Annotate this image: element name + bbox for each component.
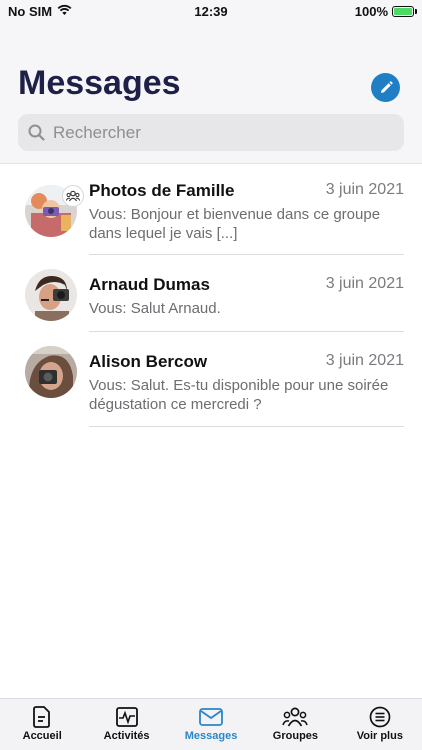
search-bar[interactable] bbox=[18, 114, 404, 151]
conversation-item[interactable]: Arnaud Dumas 3 juin 2021 Vous: Salut Arn… bbox=[0, 255, 422, 332]
tab-label: Accueil bbox=[22, 730, 62, 742]
tab-accueil[interactable]: Accueil bbox=[0, 699, 84, 750]
tab-messages[interactable]: Messages bbox=[169, 699, 253, 750]
tab-bar: Accueil Activités Messages Groupes Voir … bbox=[0, 698, 422, 750]
tab-label: Activités bbox=[103, 730, 150, 742]
document-icon bbox=[33, 706, 51, 728]
conversation-item[interactable]: Photos de Famille 3 juin 2021 Vous: Bonj… bbox=[0, 172, 422, 255]
conversation-name: Arnaud Dumas bbox=[89, 275, 210, 294]
mail-icon bbox=[199, 708, 223, 726]
battery-percent: 100% bbox=[354, 4, 388, 19]
conversation-preview: Vous: Salut. Es-tu disponible pour une s… bbox=[89, 377, 389, 413]
page-title: Messages bbox=[18, 64, 181, 102]
conversation-preview: Vous: Bonjour et bienvenue dans ce group… bbox=[89, 206, 381, 242]
separator bbox=[89, 426, 404, 427]
header: Messages bbox=[0, 24, 422, 164]
group-badge bbox=[62, 185, 84, 207]
people-icon bbox=[66, 190, 80, 202]
conversation-name: Photos de Famille bbox=[89, 181, 235, 200]
conversation-preview: Vous: Salut Arnaud. bbox=[89, 300, 221, 317]
pencil-icon bbox=[380, 80, 393, 93]
search-input[interactable] bbox=[53, 122, 383, 143]
status-bar: No SIM 12:39 100% bbox=[0, 0, 422, 24]
avatar bbox=[25, 346, 77, 398]
battery-icon bbox=[392, 6, 417, 17]
battery-fill bbox=[394, 8, 412, 15]
compose-button[interactable] bbox=[371, 73, 400, 102]
search-icon bbox=[28, 124, 45, 141]
conversation-date: 3 juin 2021 bbox=[325, 181, 404, 198]
people-icon bbox=[282, 707, 309, 727]
conversation-list: Photos de Famille 3 juin 2021 Vous: Bonj… bbox=[0, 172, 422, 428]
avatar bbox=[25, 269, 77, 321]
status-right: 100% bbox=[354, 4, 417, 19]
tab-voir-plus[interactable]: Voir plus bbox=[338, 699, 422, 750]
conversation-date: 3 juin 2021 bbox=[325, 275, 404, 292]
tab-groupes[interactable]: Groupes bbox=[253, 699, 337, 750]
tab-label: Voir plus bbox=[356, 730, 403, 742]
conversation-date: 3 juin 2021 bbox=[325, 352, 404, 369]
conversation-name: Alison Bercow bbox=[89, 352, 208, 371]
conversation-item[interactable]: Alison Bercow 3 juin 2021 Vous: Salut. E… bbox=[0, 332, 422, 428]
menu-icon bbox=[369, 706, 391, 728]
activity-icon bbox=[115, 707, 138, 727]
tab-label: Groupes bbox=[272, 730, 319, 742]
tab-activites[interactable]: Activités bbox=[84, 699, 168, 750]
tab-label: Messages bbox=[184, 730, 238, 742]
